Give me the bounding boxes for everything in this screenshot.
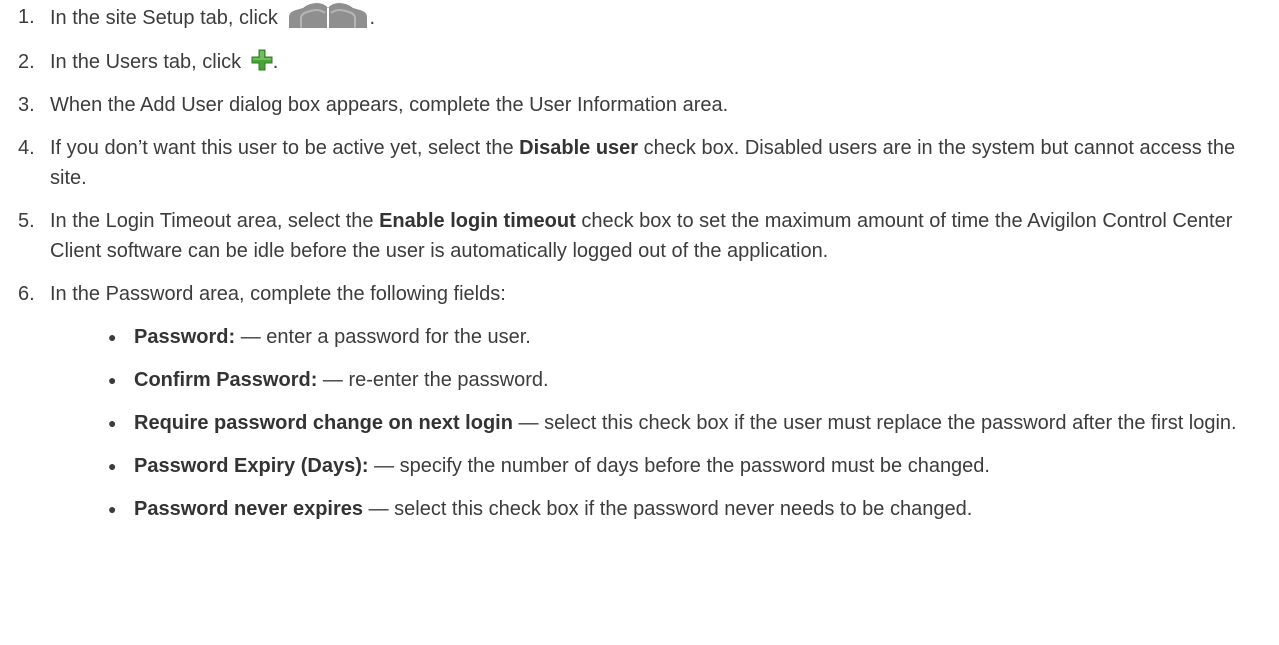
- list-item: ● Password never expires — select this c…: [0, 494, 1279, 524]
- step-number: 5.: [18, 210, 35, 232]
- field-description: — specify the number of days before the …: [368, 455, 990, 477]
- users-icon: [289, 3, 368, 28]
- step-bold-term: Enable login timeout: [379, 210, 576, 232]
- bullet-icon: ●: [108, 458, 117, 474]
- step-text: In the Users tab, click: [50, 51, 242, 73]
- list-item: ● Require password change on next login …: [0, 408, 1279, 438]
- step-bold-term: Disable user: [519, 137, 639, 159]
- list-item: ● Confirm Password: — re-enter the passw…: [0, 365, 1279, 395]
- field-name: Password never expires: [134, 498, 364, 520]
- bullet-icon: ●: [108, 372, 117, 388]
- step-text: If you don’t want this user to be active…: [50, 137, 520, 159]
- field-name: Password Expiry (Days):: [134, 455, 369, 477]
- field-description: — enter a password for the user.: [235, 326, 531, 348]
- bullet-icon: ●: [108, 329, 117, 345]
- step-2: 2. In the Users tab, click .: [0, 47, 1279, 77]
- bullet-icon: ●: [108, 415, 117, 431]
- field-description: — select this check box if the password …: [363, 498, 973, 520]
- password-fields-list: ● Password: — enter a password for the u…: [0, 322, 1279, 524]
- bullet-icon: ●: [108, 501, 117, 517]
- field-description: — select this check box if the user must…: [512, 412, 1237, 434]
- list-item: ● Password Expiry (Days): — specify the …: [0, 451, 1279, 481]
- step-number: 6.: [18, 283, 35, 305]
- field-name: Require password change on next login: [134, 412, 513, 434]
- field-name: Password:: [134, 326, 236, 348]
- step-text: In the site Setup tab, click: [50, 7, 278, 29]
- step-number: 2.: [18, 51, 35, 73]
- field-name: Confirm Password:: [134, 369, 318, 391]
- step-text: In the Login Timeout area, select the: [50, 210, 380, 232]
- step-4: 4. If you don’t want this user to be act…: [0, 133, 1279, 193]
- step-number: 1.: [18, 6, 35, 28]
- step-number: 4.: [18, 137, 35, 159]
- add-plus-icon: [251, 49, 273, 71]
- step-text: When the Add User dialog box appears, co…: [50, 94, 729, 116]
- step-1: 1. In the site Setup tab, click .: [0, 2, 1279, 33]
- step-6: 6. In the Password area, complete the fo…: [0, 279, 1279, 309]
- step-number: 3.: [18, 94, 35, 116]
- step-text: In the Password area, complete the follo…: [50, 283, 506, 305]
- step-3: 3. When the Add User dialog box appears,…: [0, 90, 1279, 120]
- step-5: 5. In the Login Timeout area, select the…: [0, 206, 1279, 266]
- step-text-end: .: [272, 51, 279, 73]
- field-description: — re-enter the password.: [317, 369, 549, 391]
- step-text-end: .: [369, 7, 376, 29]
- list-item: ● Password: — enter a password for the u…: [0, 322, 1279, 352]
- instructions-document: 1. In the site Setup tab, click . 2. In …: [0, 0, 1279, 537]
